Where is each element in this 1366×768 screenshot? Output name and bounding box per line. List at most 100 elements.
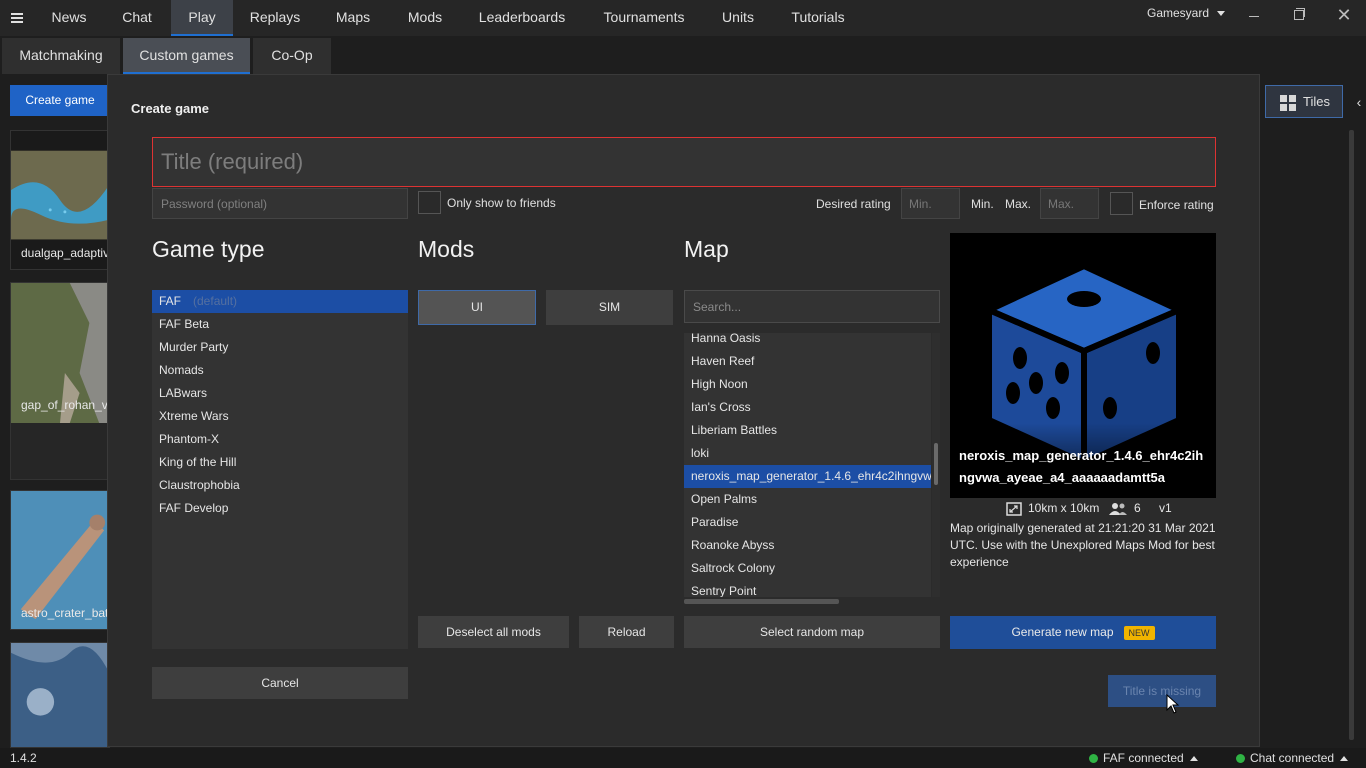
max-players: 6 [1134, 501, 1141, 515]
faf-status-label: FAF connected [1103, 751, 1184, 765]
map-stats: 10km x 10km 6 v1 [950, 499, 1216, 519]
map-list-horizontal-scrollbar[interactable] [684, 599, 839, 604]
map-list-item[interactable]: Sentry Point [684, 580, 931, 597]
password-input[interactable] [152, 188, 408, 219]
chat-status-label: Chat connected [1250, 751, 1335, 765]
username: Gamesyard [1147, 6, 1210, 20]
nav-tab-play[interactable]: Play [171, 0, 233, 36]
minimize-icon[interactable] [1234, 0, 1274, 32]
game-tile[interactable]: astro_crater_battles [10, 490, 110, 630]
generate-new-map-button[interactable]: Generate new map NEW [950, 616, 1216, 649]
scrollbar[interactable] [1349, 130, 1354, 740]
map-list-item[interactable]: Ian's Cross [684, 396, 931, 419]
create-game-submit-button[interactable]: Title is missing [1108, 675, 1216, 707]
chat-connection-status[interactable]: Chat connected [1236, 751, 1349, 765]
only-friends-label: Only show to friends [447, 196, 556, 210]
nav-tab-tournaments[interactable]: Tournaments [590, 0, 698, 36]
cancel-button[interactable]: Cancel [152, 667, 408, 699]
game-type-heading: Game type [152, 236, 265, 262]
reload-button[interactable]: Reload [579, 616, 674, 648]
max-rating-input[interactable] [1040, 188, 1099, 219]
players-icon [1109, 503, 1127, 515]
chevron-down-icon [1217, 11, 1226, 17]
map-list: Hanna Oasis Haven Reef High Noon Ian's C… [684, 333, 931, 597]
chevron-up-icon [1340, 756, 1349, 761]
map-list-scrollbar[interactable] [932, 333, 940, 597]
game-tile[interactable] [10, 642, 110, 748]
mouse-cursor-icon [1166, 694, 1180, 714]
tiles-view-button[interactable]: Tiles [1265, 85, 1343, 118]
game-tile[interactable]: dualgap_adaptive [10, 130, 110, 270]
min-rating-input[interactable] [901, 188, 960, 219]
play-sub-navigation: Matchmaking Custom games Co-Op [0, 36, 1366, 74]
status-dot-icon [1089, 754, 1098, 763]
title-input[interactable] [152, 137, 1216, 187]
nav-tab-leaderboards[interactable]: Leaderboards [466, 0, 578, 36]
max-label: Max. [1005, 197, 1032, 211]
map-list-item[interactable]: Paradise [684, 511, 931, 534]
chevron-left-icon[interactable]: ‹ [1352, 86, 1366, 118]
tile-label: gap_of_rohan_v4 [21, 398, 110, 412]
deselect-all-mods-button[interactable]: Deselect all mods [418, 616, 569, 648]
game-type-item[interactable]: Nomads [152, 359, 408, 382]
game-type-item[interactable]: Murder Party [152, 336, 408, 359]
user-menu[interactable]: Gamesyard [1147, 6, 1226, 20]
game-type-item[interactable]: LABwars [152, 382, 408, 405]
desired-rating-label: Desired rating [816, 197, 891, 211]
game-type-item[interactable]: Xtreme Wars [152, 405, 408, 428]
map-list-item[interactable]: Saltrock Colony [684, 557, 931, 580]
game-type-item[interactable]: King of the Hill [152, 451, 408, 474]
nav-tab-maps[interactable]: Maps [322, 0, 384, 36]
client-version: 1.4.2 [10, 751, 37, 765]
close-icon[interactable]: ✕ [1324, 0, 1364, 32]
map-list-item[interactable]: Hanna Oasis [684, 333, 931, 350]
mods-heading: Mods [418, 236, 475, 262]
default-tag: (default) [193, 294, 238, 308]
map-list-item[interactable]: Roanoke Abyss [684, 534, 931, 557]
map-search-input[interactable] [684, 290, 940, 323]
select-random-map-button[interactable]: Select random map [684, 616, 940, 648]
nav-tab-units[interactable]: Units [710, 0, 766, 36]
game-type-item[interactable]: Phantom-X [152, 428, 408, 451]
create-game-dialog: Create game Only show to friends Desired… [107, 74, 1260, 747]
map-list-item[interactable]: Liberiam Battles [684, 419, 931, 442]
nav-tab-mods[interactable]: Mods [394, 0, 456, 36]
game-type-item[interactable]: FAF Develop [152, 497, 408, 520]
map-list-item[interactable]: Open Palms [684, 488, 931, 511]
tile-label: dualgap_adaptive [21, 246, 110, 260]
map-list-item[interactable]: loki [684, 442, 931, 465]
map-preview-name: neroxis_map_generator_1.4.6_ehr4c2ihngvw… [959, 448, 1204, 485]
tab-co-op[interactable]: Co-Op [253, 38, 331, 74]
faf-connection-status[interactable]: FAF connected [1089, 751, 1198, 765]
map-version: v1 [1159, 501, 1172, 515]
generate-label: Generate new map [1011, 625, 1114, 639]
game-type-item[interactable]: FAF (default) [152, 290, 408, 313]
tiles-label: Tiles [1303, 94, 1330, 109]
tile-label: astro_crater_battles [21, 606, 109, 620]
min-label: Min. [971, 197, 994, 211]
game-type-item[interactable]: FAF Beta [152, 313, 408, 336]
nav-tab-chat[interactable]: Chat [106, 0, 168, 36]
tab-matchmaking[interactable]: Matchmaking [2, 38, 120, 74]
enforce-rating-label: Enforce rating [1139, 198, 1214, 212]
enforce-rating-checkbox[interactable] [1110, 192, 1133, 215]
restore-icon[interactable] [1279, 0, 1319, 32]
tab-custom-games[interactable]: Custom games [123, 38, 250, 74]
mods-tab-ui[interactable]: UI [418, 290, 536, 325]
menu-icon[interactable] [8, 9, 26, 27]
top-navigation: News Chat Play Replays Maps Mods Leaderb… [0, 0, 1366, 36]
game-type-item[interactable]: Claustrophobia [152, 474, 408, 497]
only-friends-checkbox[interactable] [418, 191, 441, 214]
map-list-item[interactable]: neroxis_map_generator_1.4.6_ehr4c2ihngvw… [684, 465, 931, 488]
dialog-title: Create game [131, 101, 210, 116]
map-list-item[interactable]: High Noon [684, 373, 931, 396]
nav-tab-news[interactable]: News [38, 0, 100, 36]
mods-tab-sim[interactable]: SIM [546, 290, 673, 325]
create-game-button[interactable]: Create game [10, 85, 110, 116]
game-tile[interactable]: gap_of_rohan_v4 [10, 282, 110, 480]
status-dot-icon [1236, 754, 1245, 763]
nav-tab-tutorials[interactable]: Tutorials [780, 0, 856, 36]
map-size-icon [1006, 502, 1022, 516]
nav-tab-replays[interactable]: Replays [239, 0, 311, 36]
map-list-item[interactable]: Haven Reef [684, 350, 931, 373]
